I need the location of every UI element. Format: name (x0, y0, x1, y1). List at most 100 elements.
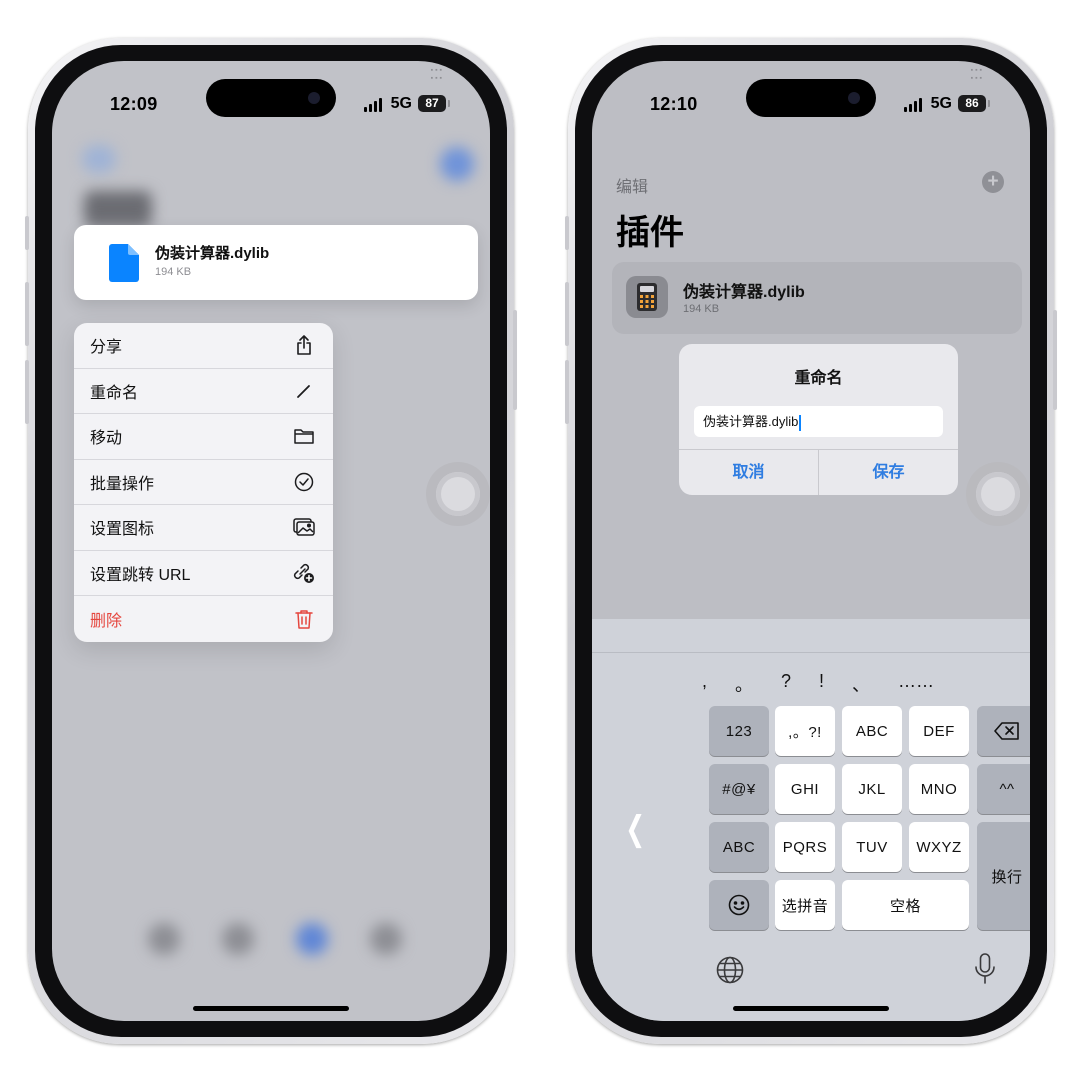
blurred-tab-4 (370, 923, 402, 955)
menu-item-label: 移动 (90, 430, 123, 448)
rename-alert: 重命名 伪装计算器.dylib 取消 保存 (679, 344, 958, 495)
key-123[interactable]: 123 (709, 706, 769, 756)
plugin-size: 194 KB (683, 303, 720, 315)
trash-icon (293, 608, 315, 630)
bezel: 12:09 ▪ ▪ ▪ ▪ ▪ ▪ 5G 87 伪装计算器.dylib 194 … (35, 45, 507, 1037)
key-return[interactable]: 换行 (977, 822, 1030, 930)
globe-icon[interactable] (715, 955, 745, 985)
network-label: 5G (930, 95, 952, 112)
key-def[interactable]: DEF (909, 706, 969, 756)
bezel: 12:10 ▪ ▪ ▪ ▪ ▪ ▪ 5G 86 编辑 + 插件 伪装计算器.dy… (575, 45, 1047, 1037)
assistive-touch-button[interactable] (966, 462, 1030, 526)
key-pqrs[interactable]: PQRS (775, 822, 835, 872)
delete-icon (994, 722, 1019, 740)
key-ghi[interactable]: GHI (775, 764, 835, 814)
menu-item-rename[interactable]: 重命名 (74, 369, 333, 414)
signal-icon (904, 98, 922, 112)
dynamic-island (746, 79, 876, 117)
home-indicator[interactable] (193, 1006, 349, 1011)
screen: 12:10 ▪ ▪ ▪ ▪ ▪ ▪ 5G 86 编辑 + 插件 伪装计算器.dy… (592, 61, 1030, 1021)
candidate-bar: , 。 ? ! 、 …… (702, 671, 934, 697)
menu-item-label: 分享 (90, 339, 123, 357)
calculator-icon (626, 276, 668, 318)
status-time: 12:10 (650, 94, 698, 114)
menu-item-label: 重命名 (90, 384, 139, 402)
key-symbols[interactable]: #@¥ (709, 764, 769, 814)
plugin-list-item[interactable]: 伪装计算器.dylib 194 KB (612, 262, 1022, 334)
page-title: 插件 (616, 214, 684, 252)
phone-right: 12:10 ▪ ▪ ▪ ▪ ▪ ▪ 5G 86 编辑 + 插件 伪装计算器.dy… (565, 38, 1057, 1044)
edit-button[interactable]: 编辑 (616, 173, 648, 197)
menu-item-label: 批量操作 (90, 475, 155, 493)
delete-key[interactable] (977, 706, 1030, 756)
candidate-period[interactable]: 。 (735, 671, 753, 697)
rename-input-value: 伪装计算器.dylib (703, 414, 799, 429)
microphone-icon[interactable] (974, 953, 996, 985)
volume-down-button (25, 360, 29, 424)
key-abc-mode[interactable]: ABC (709, 822, 769, 872)
key-pinyin[interactable]: 选拼音 (775, 880, 835, 930)
key-jkl[interactable]: JKL (842, 764, 902, 814)
blurred-add-icon (440, 147, 474, 181)
key-wxyz[interactable]: WXYZ (909, 822, 969, 872)
volume-down-button (565, 360, 569, 424)
plus-circle-icon[interactable]: + (982, 171, 1004, 193)
document-icon (109, 243, 139, 282)
menu-item-delete[interactable]: 删除 (74, 596, 333, 642)
file-name: 伪装计算器.dylib (155, 245, 270, 262)
home-indicator[interactable] (733, 1006, 889, 1011)
status-time: 12:09 (110, 94, 158, 114)
menu-item-set-url[interactable]: 设置跳转 URL (74, 551, 333, 596)
key-tuv[interactable]: TUV (842, 822, 902, 872)
keyboard-divider (592, 652, 1030, 653)
cancel-button[interactable]: 取消 (679, 450, 819, 495)
candidate-enum-comma[interactable]: 、 (852, 671, 870, 697)
candidate-exclaim[interactable]: ! (819, 671, 824, 697)
file-size: 194 KB (155, 266, 192, 278)
volume-up-button (25, 282, 29, 346)
rename-input[interactable]: 伪装计算器.dylib (694, 406, 943, 437)
pencil-icon (293, 380, 315, 402)
blurred-title (84, 191, 152, 227)
alert-actions: 取消 保存 (679, 449, 958, 495)
save-button[interactable]: 保存 (819, 450, 958, 495)
file-preview-card[interactable]: 伪装计算器.dylib 194 KB (74, 225, 478, 300)
keyboard: , 。 ? ! 、 …… ❮ 123 ,。?! ABC DEF #@¥ GHI … (592, 619, 1030, 1021)
action-button (565, 216, 569, 250)
key-emoticon[interactable]: ^^ (977, 764, 1030, 814)
side-button (1053, 310, 1057, 410)
menu-item-share[interactable]: 分享 (74, 323, 333, 369)
battery-icon: 87 (418, 95, 450, 112)
candidate-comma[interactable]: , (702, 671, 707, 697)
folder-icon (293, 425, 315, 447)
action-button (25, 216, 29, 250)
share-icon (293, 334, 315, 356)
key-grid: 123 ,。?! ABC DEF #@¥ GHI JKL MNO ^^ ABC … (709, 706, 1030, 931)
blurred-nav-icon (82, 145, 116, 173)
photo-icon (293, 516, 315, 538)
menu-item-batch[interactable]: 批量操作 (74, 460, 333, 505)
plugin-name: 伪装计算器.dylib (683, 284, 805, 301)
blurred-tab-3 (296, 923, 328, 955)
emoji-icon (728, 894, 750, 916)
key-space[interactable]: 空格 (842, 880, 969, 930)
menu-item-set-icon[interactable]: 设置图标 (74, 505, 333, 551)
context-menu: 分享 重命名 移动 批量操作 设置图标 设置跳转 URL 删除 (74, 323, 333, 642)
key-mno[interactable]: MNO (909, 764, 969, 814)
keyboard-collapse-icon[interactable]: ❮ (625, 809, 645, 849)
volume-up-button (565, 282, 569, 346)
candidate-question[interactable]: ? (781, 671, 791, 697)
key-abc[interactable]: ABC (842, 706, 902, 756)
side-button (513, 310, 517, 410)
assistive-touch-button[interactable] (426, 462, 490, 526)
menu-item-move[interactable]: 移动 (74, 414, 333, 460)
checkmark-circle-icon (293, 471, 315, 493)
key-emoji[interactable] (709, 880, 769, 930)
blurred-tab-1 (148, 923, 180, 955)
candidate-ellipsis[interactable]: …… (898, 671, 934, 697)
key-punct[interactable]: ,。?! (775, 706, 835, 756)
status-tiny-indicator: ▪ ▪ ▪ ▪ ▪ ▪ (970, 67, 982, 82)
text-caret (799, 414, 801, 431)
battery-icon: 86 (958, 95, 990, 112)
blurred-tab-2 (222, 923, 254, 955)
